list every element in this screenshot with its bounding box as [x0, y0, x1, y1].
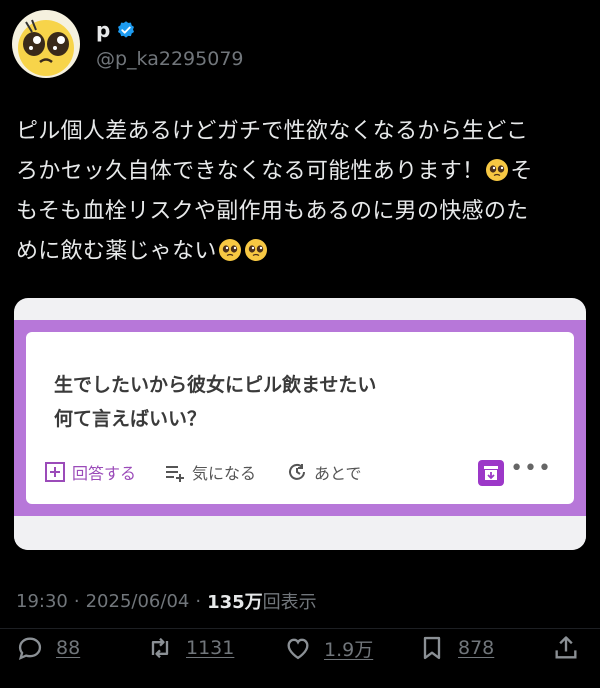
like-button[interactable]: 1.9万	[284, 634, 373, 662]
like-icon	[287, 638, 309, 660]
more-options-icon: •••	[510, 456, 552, 481]
repost-count[interactable]: 1131	[186, 637, 234, 659]
action-bar: 88 1131 1.9万 878	[0, 634, 600, 674]
question-frame: 生でしたいから彼女にピル飲ませたい 何て言えばいい？ 回答する 気になる あとで	[14, 320, 586, 516]
reply-button[interactable]: 88	[16, 634, 80, 662]
question-line: 生でしたいから彼女にピル飲ませたい	[54, 374, 377, 396]
bookmark-icon	[423, 636, 441, 660]
later-clock-icon	[289, 463, 305, 480]
archive-box-icon	[478, 460, 504, 486]
pleading-face-emoji	[218, 239, 241, 261]
repost-button[interactable]: 1131	[146, 634, 234, 662]
tweet-time[interactable]: 19:30	[16, 591, 68, 612]
interest-button: 気になる	[164, 460, 256, 484]
author-handle[interactable]: @p_ka2295079	[96, 48, 244, 70]
tweet-line: そ	[510, 159, 533, 184]
pleading-face-emoji	[486, 159, 509, 181]
like-count[interactable]: 1.9万	[324, 635, 373, 662]
question-card: 生でしたいから彼女にピル飲ませたい 何て言えばいい？ 回答する 気になる あとで	[26, 332, 574, 504]
views-count: 135万	[207, 592, 263, 613]
share-button[interactable]	[552, 634, 580, 662]
media-cropped-tabs	[14, 298, 586, 308]
meta-separator: ·	[73, 590, 80, 612]
add-answer-icon	[45, 462, 65, 482]
avatar[interactable]	[12, 10, 80, 78]
views-label: 回表示	[262, 592, 317, 613]
share-icon	[555, 636, 577, 659]
repost-icon	[151, 637, 169, 659]
reply-icon	[18, 637, 42, 660]
later-button: あとで	[286, 460, 362, 484]
tweet-line: ろかセッ久自体できなくなる可能性あります！	[16, 159, 485, 184]
question-line: 何て言えばいい？	[54, 408, 207, 430]
later-label: あとで	[314, 464, 362, 483]
reply-count[interactable]: 88	[56, 637, 80, 659]
interest-label: 気になる	[192, 464, 257, 483]
bookmark-count[interactable]: 878	[458, 637, 494, 659]
tweet-date[interactable]: 2025/06/04	[86, 591, 190, 612]
tweet-header: p @p_ka2295079	[12, 10, 588, 80]
divider	[0, 628, 600, 629]
tweet-line: ピル個人差あるけどガチで性欲なくなるから生どこ	[16, 119, 529, 144]
pleading-face-emoji	[244, 239, 267, 261]
answer-button: 回答する	[44, 460, 136, 484]
interest-list-icon	[166, 466, 184, 482]
tweet-media-image[interactable]: 生でしたいから彼女にピル飲ませたい 何て言えばいい？ 回答する 気になる あとで	[14, 298, 586, 550]
question-title: 生でしたいから彼女にピル飲ませたい 何て言えばいい？	[54, 368, 534, 436]
question-actions: 回答する 気になる あとで •••	[44, 456, 556, 490]
tweet-text: ピル個人差あるけどガチで性欲なくなるから生どこ ろかセッ久自体できなくなる可能性…	[16, 112, 586, 272]
tweet-meta: 19:30 · 2025/06/04 · 135万回表示	[16, 588, 317, 614]
meta-separator: ·	[195, 590, 202, 612]
bookmark-button[interactable]: 878	[418, 634, 494, 662]
tweet-line: めに飲む薬じゃない	[16, 239, 217, 264]
author-name[interactable]: p	[96, 18, 110, 42]
tweet-line: もそも血栓リスクや副作用もあるのに男の快感のた	[16, 199, 529, 224]
media-bottom-strip	[14, 516, 586, 550]
verified-badge-icon	[118, 21, 135, 38]
answer-label: 回答する	[72, 464, 137, 483]
